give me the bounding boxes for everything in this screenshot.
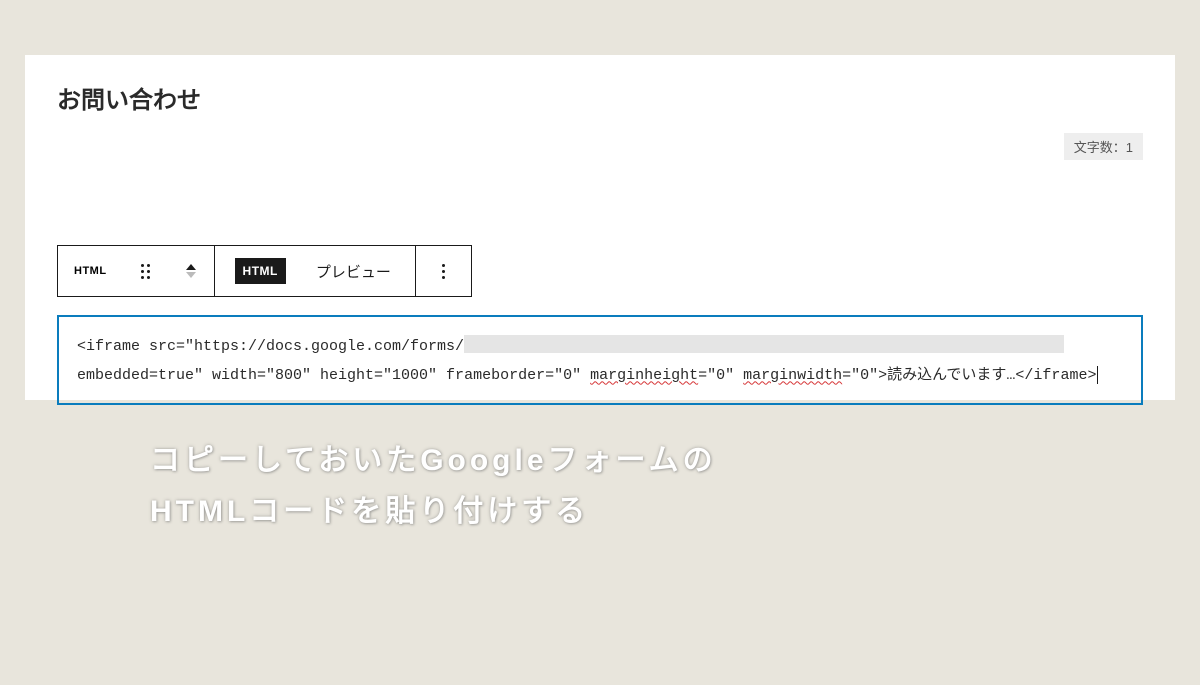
move-buttons[interactable] — [168, 246, 214, 296]
html-code-textarea[interactable]: <iframe src="https://docs.google.com/for… — [57, 315, 1143, 405]
instruction-line-1: コピーしておいたGoogleフォームの — [150, 435, 1200, 486]
spellcheck-underline-1: marginheight — [590, 367, 698, 384]
toolbar-group-view: HTML プレビュー — [215, 245, 416, 297]
redacted-url-block — [464, 335, 1064, 353]
chevron-up-icon — [186, 264, 196, 270]
code-line-2: embedded=true" width="800" height="1000"… — [77, 362, 1123, 391]
code-text-2c: ="0">読み込んでいます…</iframe> — [842, 367, 1096, 384]
code-text-2a: embedded=true" width="800" height="1000"… — [77, 367, 590, 384]
code-text-2b: ="0" — [698, 367, 743, 384]
more-options-button[interactable] — [416, 246, 471, 296]
block-type-button[interactable]: HTML — [58, 246, 123, 296]
spellcheck-underline-2: marginwidth — [743, 367, 842, 384]
preview-tab-button[interactable]: プレビュー — [296, 246, 415, 296]
instruction-overlay: コピーしておいたGoogleフォームの HTMLコードを貼り付けする — [150, 435, 1200, 537]
editor-panel: お問い合わせ 文字数：1 HTML — [25, 55, 1175, 400]
toolbar-group-more — [416, 245, 472, 297]
page-title[interactable]: お問い合わせ — [57, 80, 1143, 115]
preview-tab-label: プレビュー — [306, 261, 405, 282]
drag-handle-button[interactable] — [123, 246, 168, 296]
drag-handle-icon — [133, 264, 158, 279]
toolbar-group-block: HTML — [57, 245, 215, 297]
html-block-icon: HTML — [68, 265, 113, 277]
chevron-down-icon — [186, 272, 196, 278]
more-vertical-icon — [426, 264, 461, 279]
character-count-badge: 文字数：1 — [1064, 133, 1143, 160]
code-line-1: <iframe src="https://docs.google.com/for… — [77, 333, 1123, 362]
code-text-1: <iframe src="https://docs.google.com/for… — [77, 338, 464, 355]
html-tab-button[interactable]: HTML — [215, 246, 296, 296]
block-toolbar: HTML HTML プレビュー — [57, 245, 1143, 297]
html-tab-label: HTML — [235, 258, 286, 284]
text-cursor — [1097, 366, 1098, 384]
move-arrows-icon — [178, 264, 204, 278]
instruction-line-2: HTMLコードを貼り付けする — [150, 486, 1200, 537]
